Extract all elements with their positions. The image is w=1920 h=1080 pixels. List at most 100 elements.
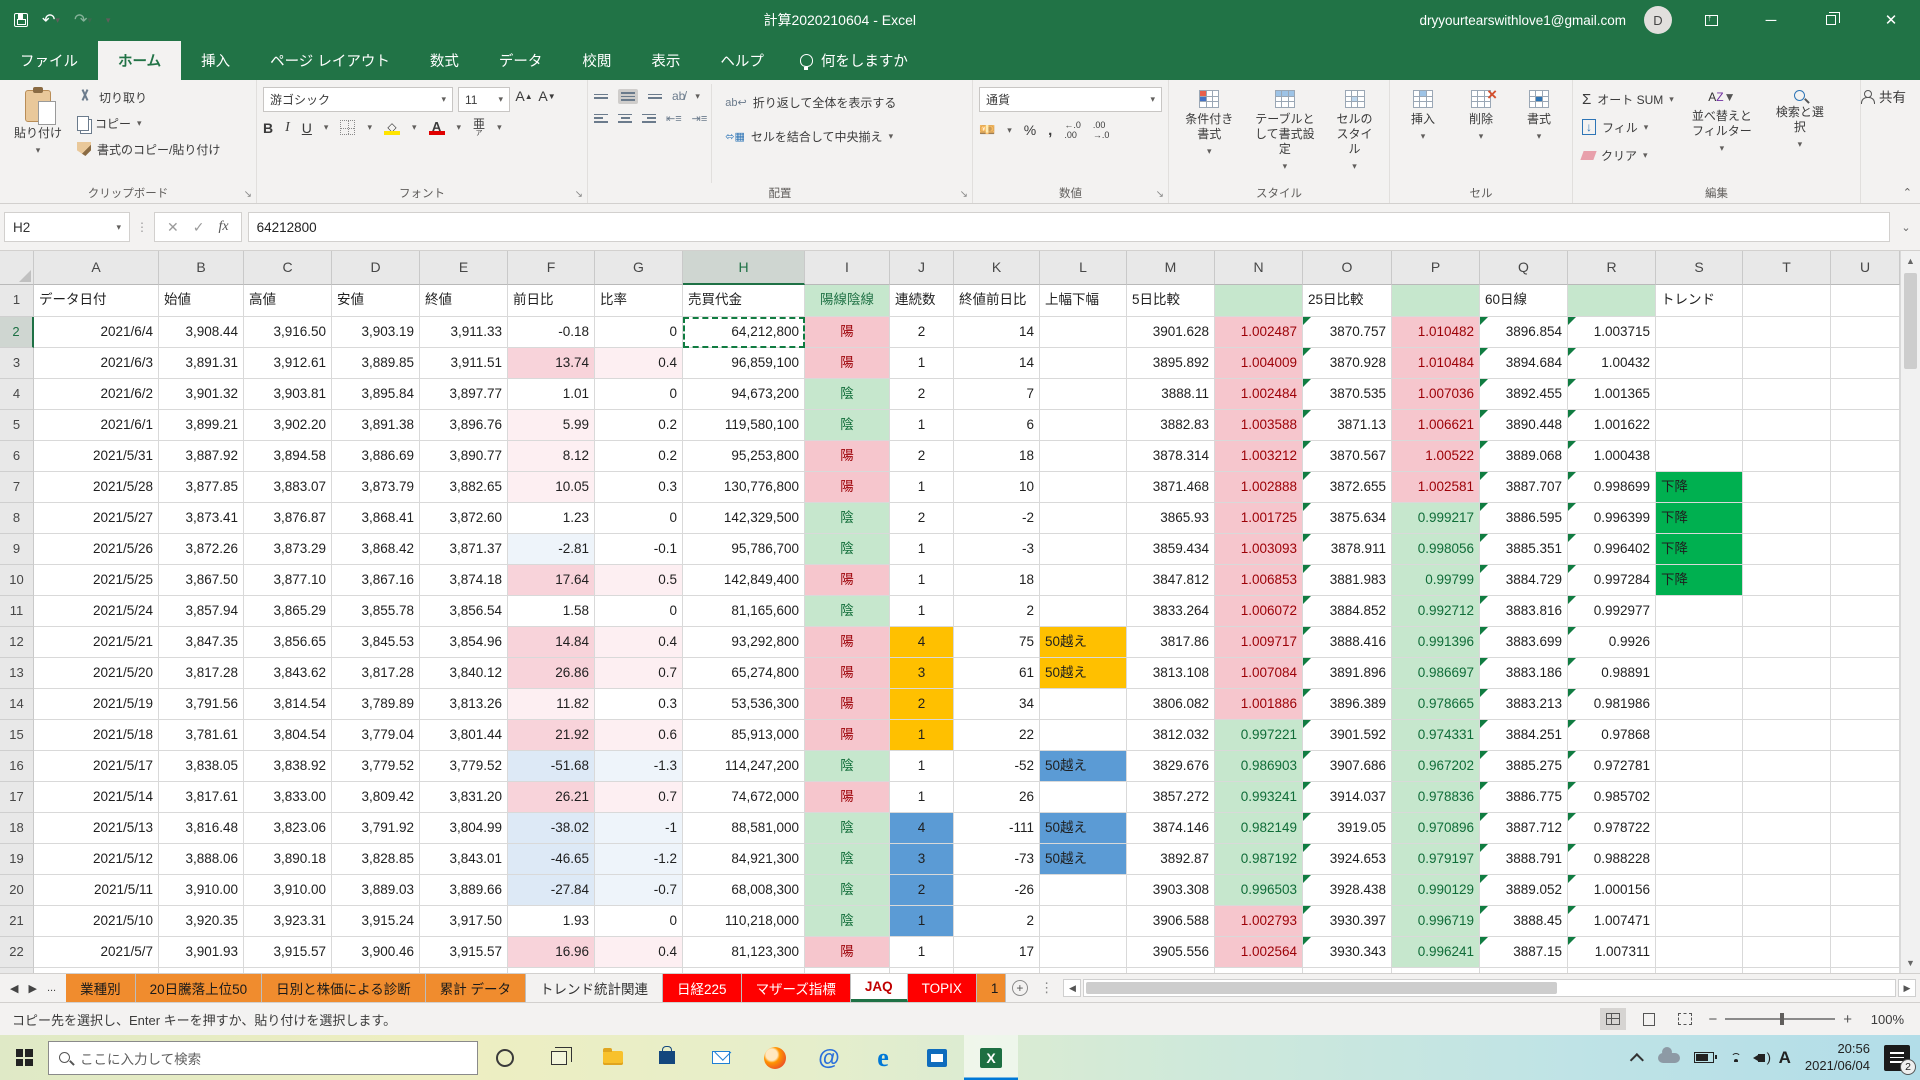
cell-H16[interactable]: 114,247,200 <box>683 751 805 782</box>
cell-U22[interactable] <box>1831 937 1900 968</box>
fill-color-button[interactable]: ◇ <box>384 121 400 135</box>
cell-B5[interactable]: 3,899.21 <box>159 410 244 441</box>
cell-M4[interactable]: 3888.11 <box>1127 379 1215 410</box>
cell-P4[interactable]: 1.007036 <box>1392 379 1480 410</box>
cell-O22[interactable]: 3930.343 <box>1303 937 1392 968</box>
cell-N14[interactable]: 1.001886 <box>1215 689 1303 720</box>
cell-O1[interactable]: 25日比較 <box>1303 285 1392 317</box>
cell-G9[interactable]: -0.1 <box>595 534 683 565</box>
cell-I2[interactable]: 陽 <box>805 317 890 348</box>
cell-O16[interactable]: 3907.686 <box>1303 751 1392 782</box>
cell-F12[interactable]: 14.84 <box>508 627 595 658</box>
cell-O9[interactable]: 3878.911 <box>1303 534 1392 565</box>
cell-R21[interactable]: 1.007471 <box>1568 906 1656 937</box>
column-header-J[interactable]: J <box>890 251 954 285</box>
row-header-16[interactable]: 16 <box>0 751 34 782</box>
cell-M21[interactable]: 3906.588 <box>1127 906 1215 937</box>
cell-F5[interactable]: 5.99 <box>508 410 595 441</box>
cell-K19[interactable]: -73 <box>954 844 1040 875</box>
cell-A1[interactable]: データ日付 <box>34 285 159 317</box>
cell-F1[interactable]: 前日比 <box>508 285 595 317</box>
cell-E15[interactable]: 3,801.44 <box>420 720 508 751</box>
cell-P17[interactable]: 0.978836 <box>1392 782 1480 813</box>
cell-J16[interactable]: 1 <box>890 751 954 782</box>
cell-G7[interactable]: 0.3 <box>595 472 683 503</box>
borders-icon[interactable] <box>340 120 355 135</box>
cell-R8[interactable]: 0.996399 <box>1568 503 1656 534</box>
cell-S11[interactable] <box>1656 596 1743 627</box>
orientation-button[interactable]: ab̸ <box>672 89 685 103</box>
cell-S12[interactable] <box>1656 627 1743 658</box>
cell-K10[interactable]: 18 <box>954 565 1040 596</box>
insert-function-icon[interactable]: fx <box>218 219 228 235</box>
cell-B21[interactable]: 3,920.35 <box>159 906 244 937</box>
cell-G10[interactable]: 0.5 <box>595 565 683 596</box>
cell-P1[interactable] <box>1392 285 1480 317</box>
row-header-21[interactable]: 21 <box>0 906 34 937</box>
close-button[interactable]: ✕ <box>1870 0 1912 40</box>
cell-L16[interactable]: 50越え <box>1040 751 1127 782</box>
cell-N6[interactable]: 1.003212 <box>1215 441 1303 472</box>
cell-F15[interactable]: 21.92 <box>508 720 595 751</box>
cell-R2[interactable]: 1.003715 <box>1568 317 1656 348</box>
cell-B7[interactable]: 3,877.85 <box>159 472 244 503</box>
cell-L21[interactable] <box>1040 906 1127 937</box>
sheet-tab-日別と株価による診断[interactable]: 日別と株価による診断 <box>262 974 426 1002</box>
cell-G11[interactable]: 0 <box>595 596 683 627</box>
cell-J1[interactable]: 連続数 <box>890 285 954 317</box>
cell-T9[interactable] <box>1743 534 1831 565</box>
sheet-tab-日経225[interactable]: 日経225 <box>663 974 742 1002</box>
formula-input[interactable]: 64212800 <box>248 212 1890 242</box>
cell-J19[interactable]: 3 <box>890 844 954 875</box>
cell-N19[interactable]: 0.987192 <box>1215 844 1303 875</box>
cell-H2[interactable]: 64,212,800 <box>683 317 805 348</box>
cell-O18[interactable]: 3919.05 <box>1303 813 1392 844</box>
cell-C7[interactable]: 3,883.07 <box>244 472 332 503</box>
column-header-H[interactable]: H <box>683 251 805 285</box>
page-break-view-button[interactable] <box>1672 1008 1698 1030</box>
number-format-select[interactable]: 通貨▾ <box>979 87 1162 112</box>
wifi-icon[interactable] <box>1728 1053 1744 1062</box>
cell-T5[interactable] <box>1743 410 1831 441</box>
cell-I14[interactable]: 陽 <box>805 689 890 720</box>
cell-A10[interactable]: 2021/5/25 <box>34 565 159 596</box>
cell-T18[interactable] <box>1743 813 1831 844</box>
file-explorer-icon[interactable] <box>586 1035 640 1080</box>
cell-B11[interactable]: 3,857.94 <box>159 596 244 627</box>
cell-Q5[interactable]: 3890.448 <box>1480 410 1568 441</box>
sheet-tab-トレンド統計関連[interactable]: トレンド統計関連 <box>526 974 663 1002</box>
cell-N20[interactable]: 0.996503 <box>1215 875 1303 906</box>
cell-U9[interactable] <box>1831 534 1900 565</box>
cell-A6[interactable]: 2021/5/31 <box>34 441 159 472</box>
cell-M13[interactable]: 3813.108 <box>1127 658 1215 689</box>
cell-O17[interactable]: 3914.037 <box>1303 782 1392 813</box>
cell-H13[interactable]: 65,274,800 <box>683 658 805 689</box>
cell-O2[interactable]: 3870.757 <box>1303 317 1392 348</box>
cell-T11[interactable] <box>1743 596 1831 627</box>
cell-N7[interactable]: 1.002888 <box>1215 472 1303 503</box>
cell-R3[interactable]: 1.00432 <box>1568 348 1656 379</box>
cell-R5[interactable]: 1.001622 <box>1568 410 1656 441</box>
cell-P5[interactable]: 1.006621 <box>1392 410 1480 441</box>
cell-A8[interactable]: 2021/5/27 <box>34 503 159 534</box>
redo-icon[interactable]: ↷▾ <box>74 10 92 30</box>
cell-I15[interactable]: 陽 <box>805 720 890 751</box>
cell-S13[interactable] <box>1656 658 1743 689</box>
cell-A11[interactable]: 2021/5/24 <box>34 596 159 627</box>
cell-G19[interactable]: -1.2 <box>595 844 683 875</box>
vertical-scroll-thumb[interactable] <box>1904 273 1917 369</box>
cell-C19[interactable]: 3,890.18 <box>244 844 332 875</box>
sheet-nav-left-icon[interactable]: ◀ <box>10 982 18 995</box>
cell-O21[interactable]: 3930.397 <box>1303 906 1392 937</box>
cell-Q8[interactable]: 3886.595 <box>1480 503 1568 534</box>
cell-B19[interactable]: 3,888.06 <box>159 844 244 875</box>
cell-N18[interactable]: 0.982149 <box>1215 813 1303 844</box>
column-header-K[interactable]: K <box>954 251 1040 285</box>
cell-F9[interactable]: -2.81 <box>508 534 595 565</box>
increase-decimal-button[interactable]: ←.0.00 <box>1064 120 1081 140</box>
clock[interactable]: 20:56 2021/06/04 <box>1805 1041 1870 1075</box>
cell-E6[interactable]: 3,890.77 <box>420 441 508 472</box>
cell-D14[interactable]: 3,789.89 <box>332 689 420 720</box>
cell-A4[interactable]: 2021/6/2 <box>34 379 159 410</box>
cell-E9[interactable]: 3,871.37 <box>420 534 508 565</box>
